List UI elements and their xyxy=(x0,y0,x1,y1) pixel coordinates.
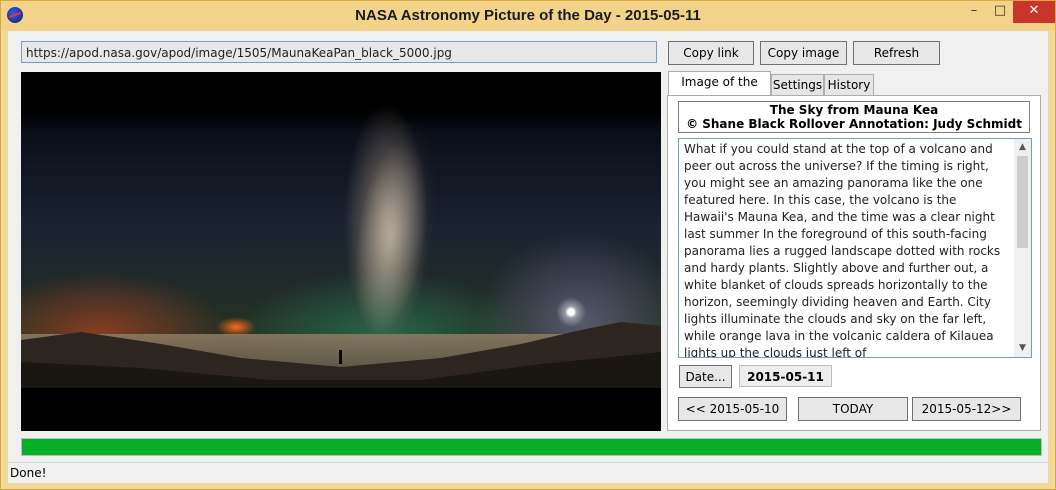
current-date: 2015-05-11 xyxy=(739,365,832,387)
copy-image-button[interactable]: Copy image xyxy=(760,41,847,65)
tab-image-of-the-day[interactable]: Image of the day xyxy=(668,71,771,109)
app-window: NASA Astronomy Picture of the Day - 2015… xyxy=(0,0,1056,490)
description-scrollbar[interactable]: ▲ ▼ xyxy=(1014,139,1031,357)
apod-title: The Sky from Mauna Kea xyxy=(769,103,939,117)
image-letterbox xyxy=(21,388,661,431)
tab-settings[interactable]: Settings xyxy=(771,74,824,96)
date-picker-button[interactable]: Date... xyxy=(679,365,732,388)
apod-credit: © Shane Black Rollover Annotation: Judy … xyxy=(686,117,1022,131)
apod-title-box: The Sky from Mauna Kea © Shane Black Rol… xyxy=(678,101,1030,133)
status-text: Done! xyxy=(10,466,47,480)
today-button[interactable]: TODAY xyxy=(798,397,908,421)
refresh-button[interactable]: Refresh xyxy=(853,41,940,65)
minimize-button[interactable]: – xyxy=(961,1,987,23)
description-textarea[interactable]: What if you could stand at the top of a … xyxy=(678,138,1032,358)
mountain-foreground xyxy=(21,322,661,392)
scroll-thumb[interactable] xyxy=(1017,156,1028,248)
download-progress-bar xyxy=(21,438,1042,456)
url-field[interactable]: https://apod.nasa.gov/apod/image/1505/Ma… xyxy=(21,41,657,63)
copy-link-button[interactable]: Copy link xyxy=(668,41,754,65)
scroll-up-icon[interactable]: ▲ xyxy=(1014,139,1031,156)
window-title: NASA Astronomy Picture of the Day - 2015… xyxy=(355,7,701,24)
maximize-button[interactable]: □ xyxy=(987,1,1013,23)
progress-fill xyxy=(22,439,1041,455)
status-bar: Done! xyxy=(8,462,1048,483)
description-text: What if you could stand at the top of a … xyxy=(684,142,1001,358)
title-bar[interactable]: NASA Astronomy Picture of the Day - 2015… xyxy=(1,1,1055,31)
next-day-button[interactable]: 2015-05-12>> xyxy=(912,397,1021,421)
tab-history[interactable]: History xyxy=(824,74,874,96)
scroll-down-icon[interactable]: ▼ xyxy=(1014,340,1031,357)
apod-image[interactable] xyxy=(21,72,661,431)
close-button[interactable]: ✕ xyxy=(1013,1,1055,23)
client-area: https://apod.nasa.gov/apod/image/1505/Ma… xyxy=(8,31,1048,483)
previous-day-button[interactable]: << 2015-05-10 xyxy=(678,397,787,421)
